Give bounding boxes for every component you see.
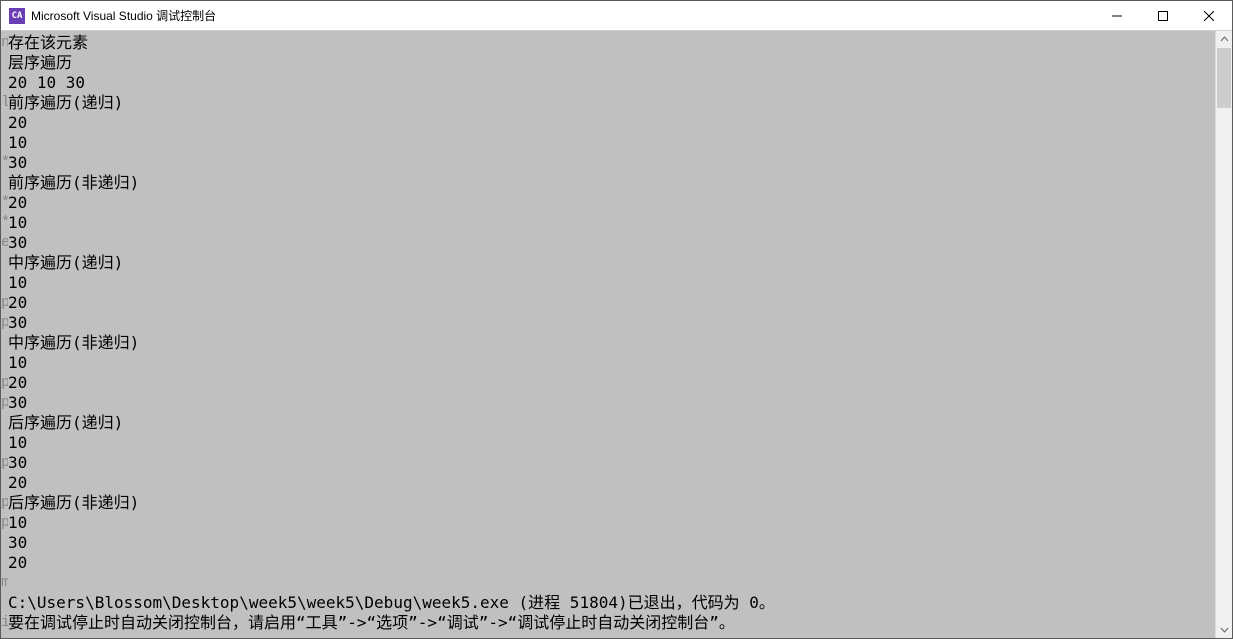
titlebar[interactable]: CA Microsoft Visual Studio 调试控制台: [1, 1, 1232, 31]
window: CA Microsoft Visual Studio 调试控制台 n l * *…: [0, 0, 1233, 639]
console-line: 30: [8, 153, 1215, 173]
console-line: 20: [8, 193, 1215, 213]
console-line: 20: [8, 473, 1215, 493]
console-line: 后序遍历(递归): [8, 413, 1215, 433]
console-line: 中序遍历(非递归): [8, 333, 1215, 353]
console-line: 30: [8, 313, 1215, 333]
minimize-button[interactable]: [1094, 1, 1140, 31]
console-line: 存在该元素: [8, 33, 1215, 53]
console-line: 层序遍历: [8, 53, 1215, 73]
console-area: n l * * * e p p p p p p p m i 存在该元素层序遍历2…: [1, 31, 1232, 638]
console-line: 20: [8, 373, 1215, 393]
minimize-icon: [1112, 11, 1122, 21]
console-line: 10: [8, 433, 1215, 453]
console-line: 20: [8, 293, 1215, 313]
console-line: 30: [8, 533, 1215, 553]
scroll-up-button[interactable]: [1216, 31, 1232, 48]
console-line: 30: [8, 233, 1215, 253]
console-line: 10: [8, 213, 1215, 233]
console-line: 10: [8, 133, 1215, 153]
console-line: 要在调试停止时自动关闭控制台，请启用“工具”->“选项”->“调试”->“调试停…: [8, 613, 1215, 633]
left-gutter: n l * * * e p p p p p p p m i: [1, 31, 8, 638]
window-title: Microsoft Visual Studio 调试控制台: [31, 7, 216, 24]
console-line: 20: [8, 553, 1215, 573]
scroll-track[interactable]: [1216, 48, 1232, 621]
scroll-down-button[interactable]: [1216, 621, 1232, 638]
console-line: 30: [8, 453, 1215, 473]
console-line: 前序遍历(递归): [8, 93, 1215, 113]
scroll-thumb[interactable]: [1217, 48, 1231, 108]
console-line: 后序遍历(非递归): [8, 493, 1215, 513]
console-line: [8, 573, 1215, 593]
console-line: 中序遍历(递归): [8, 253, 1215, 273]
console-line: 10: [8, 353, 1215, 373]
app-icon-text: CA: [12, 11, 23, 21]
vertical-scrollbar[interactable]: [1215, 31, 1232, 638]
app-icon: CA: [9, 8, 25, 24]
maximize-button[interactable]: [1140, 1, 1186, 31]
console-line: 20: [8, 113, 1215, 133]
console-line: C:\Users\Blossom\Desktop\week5\week5\Deb…: [8, 593, 1215, 613]
console-line: 10: [8, 513, 1215, 533]
console-line: 20 10 30: [8, 73, 1215, 93]
close-button[interactable]: [1186, 1, 1232, 31]
close-icon: [1204, 11, 1214, 21]
chevron-up-icon: [1220, 35, 1229, 44]
maximize-icon: [1158, 11, 1168, 21]
console-line: 10: [8, 273, 1215, 293]
console-line: 30: [8, 393, 1215, 413]
console-output[interactable]: 存在该元素层序遍历20 10 30前序遍历(递归)201030前序遍历(非递归)…: [8, 31, 1215, 638]
chevron-down-icon: [1220, 625, 1229, 634]
console-line: 前序遍历(非递归): [8, 173, 1215, 193]
